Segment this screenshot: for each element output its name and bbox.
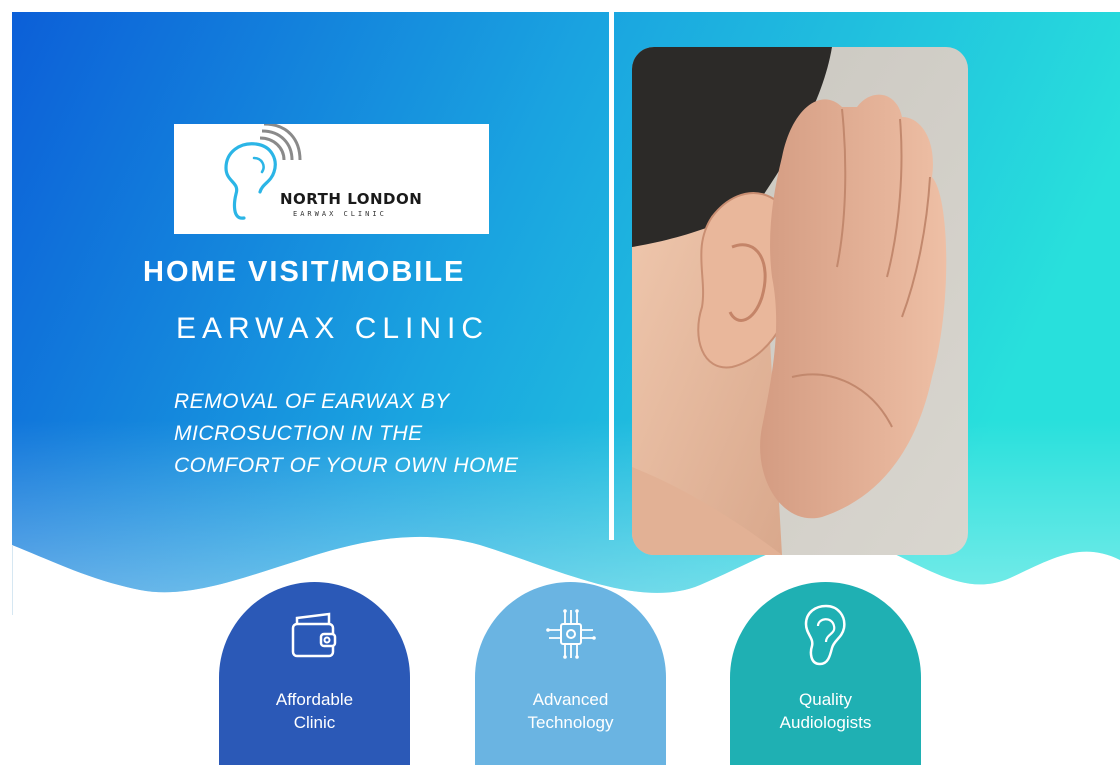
- flyer: NORTH LONDON EARWAX CLINIC HOME VISIT/MO…: [0, 0, 1120, 765]
- hero-subheadline: EARWAX CLINIC: [176, 312, 490, 345]
- feature-affordable-clinic: Affordable Clinic: [219, 582, 410, 765]
- chip-icon: [546, 609, 596, 659]
- hero-headline: HOME VISIT/MOBILE: [143, 256, 466, 288]
- hero-tagline: REMOVAL OF EARWAX BY MICROSUCTION IN THE…: [174, 390, 519, 477]
- clinic-logo: NORTH LONDON EARWAX CLINIC: [174, 124, 489, 234]
- brand-name: NORTH LONDON: [280, 190, 423, 208]
- brand-subtitle: EARWAX CLINIC: [293, 210, 387, 218]
- feature-label: Affordable Clinic: [275, 690, 354, 732]
- feature-label: Advanced Technology: [527, 690, 614, 732]
- hero-photo: [632, 47, 968, 555]
- feature-label: Quality Audiologists: [779, 690, 872, 732]
- feature-advanced-technology: Advanced Technology: [475, 582, 666, 765]
- ear-icon: [804, 604, 846, 666]
- wallet-icon: [291, 612, 337, 658]
- vertical-divider: [609, 12, 614, 540]
- feature-quality-audiologists: Quality Audiologists: [730, 582, 921, 765]
